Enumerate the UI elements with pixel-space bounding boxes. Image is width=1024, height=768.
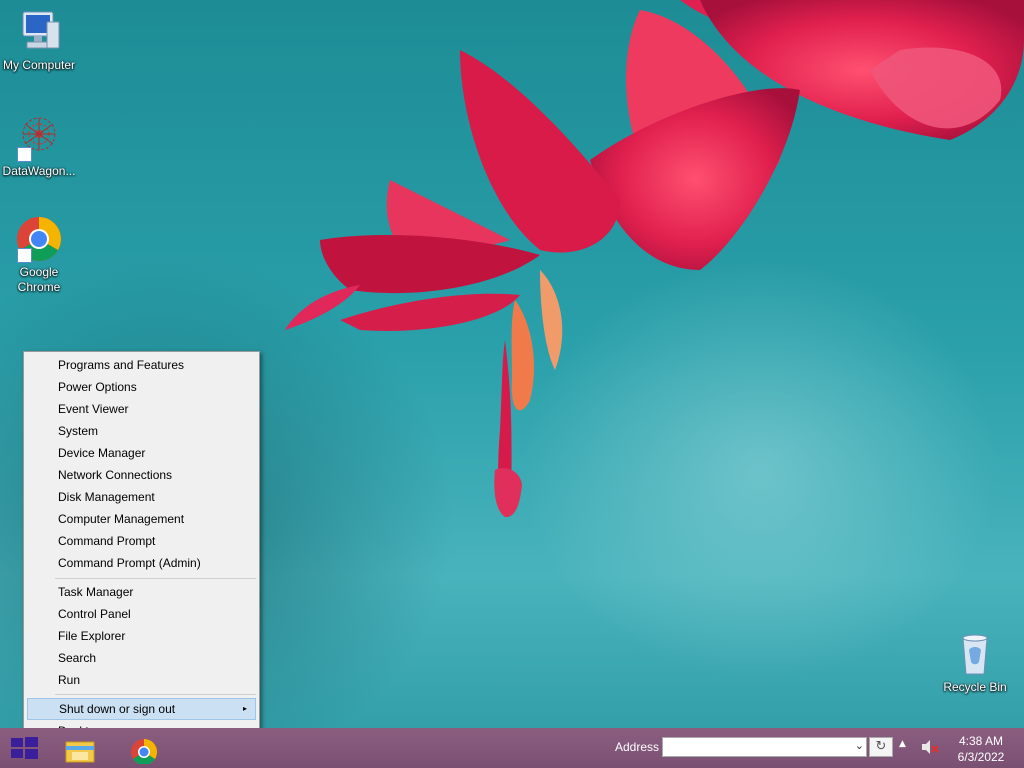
desktop-icon-recycle-bin[interactable]: Recycle Bin xyxy=(937,630,1013,695)
start-button[interactable] xyxy=(6,734,42,762)
refresh-button[interactable]: ↻ xyxy=(869,737,893,757)
chrome-icon xyxy=(131,738,158,766)
taskbar-file-explorer[interactable] xyxy=(58,732,102,764)
menu-item-device-manager[interactable]: Device Manager xyxy=(27,442,256,464)
taskbar-chrome[interactable] xyxy=(122,732,166,766)
desktop-icon-my-computer[interactable]: My Computer xyxy=(1,8,77,73)
shortcut-arrow-icon xyxy=(17,147,32,162)
menu-item-programs-and-features[interactable]: Programs and Features xyxy=(27,354,256,376)
show-hidden-icons-arrow[interactable]: ▲ xyxy=(899,739,906,749)
chrome-icon xyxy=(15,215,63,263)
menu-item-disk-management[interactable]: Disk Management xyxy=(27,486,256,508)
volume-muted-icon[interactable] xyxy=(920,738,940,756)
menu-item-control-panel[interactable]: Control Panel xyxy=(27,603,256,625)
datawagon-icon xyxy=(15,114,63,162)
quick-link-menu: Programs and Features Power Options Even… xyxy=(23,351,260,746)
desktop-icon-label: DataWagon... xyxy=(2,164,76,178)
menu-item-event-viewer[interactable]: Event Viewer xyxy=(27,398,256,420)
clock-date: 6/3/2022 xyxy=(957,750,1005,764)
address-input[interactable]: ⌄ xyxy=(662,737,867,757)
address-toolbar-label: Address xyxy=(615,740,660,754)
submenu-arrow-icon: ▸ xyxy=(242,704,247,713)
desktop-icon-google-chrome[interactable]: Google Chrome xyxy=(1,215,77,295)
menu-item-file-explorer[interactable]: File Explorer xyxy=(27,625,256,647)
system-clock[interactable]: 4:38 AM 6/3/2022 xyxy=(948,733,1014,765)
menu-item-system[interactable]: System xyxy=(27,420,256,442)
desktop-icon-label: Recycle Bin xyxy=(943,680,1007,694)
menu-item-network-connections[interactable]: Network Connections xyxy=(27,464,256,486)
shortcut-arrow-icon xyxy=(17,248,32,263)
desktop-icon-label: Google Chrome xyxy=(17,265,61,294)
computer-icon xyxy=(15,8,63,56)
desktop-icon-label: My Computer xyxy=(2,58,76,72)
chevron-down-icon[interactable]: ⌄ xyxy=(855,739,864,752)
menu-item-computer-management[interactable]: Computer Management xyxy=(27,508,256,530)
menu-item-power-options[interactable]: Power Options xyxy=(27,376,256,398)
menu-item-label: Shut down or sign out xyxy=(59,702,176,716)
menu-item-command-prompt-admin[interactable]: Command Prompt (Admin) xyxy=(27,552,256,574)
taskbar: Address ⌄ ↻ ▲ 4:38 AM 6/3/2022 xyxy=(0,728,1024,768)
menu-item-task-manager[interactable]: Task Manager xyxy=(27,581,256,603)
menu-item-run[interactable]: Run xyxy=(27,669,256,691)
menu-item-shut-down-or-sign-out[interactable]: Shut down or sign out ▸ xyxy=(27,698,256,720)
file-explorer-icon xyxy=(65,741,95,763)
recycle-bin-icon xyxy=(951,630,999,678)
windows-logo-icon xyxy=(11,737,38,759)
clock-time: 4:38 AM xyxy=(958,734,1004,748)
menu-separator xyxy=(55,694,256,695)
desktop-icon-datawagon[interactable]: DataWagon... xyxy=(1,114,77,179)
menu-item-command-prompt[interactable]: Command Prompt xyxy=(27,530,256,552)
menu-item-search[interactable]: Search xyxy=(27,647,256,669)
menu-separator xyxy=(55,578,256,579)
